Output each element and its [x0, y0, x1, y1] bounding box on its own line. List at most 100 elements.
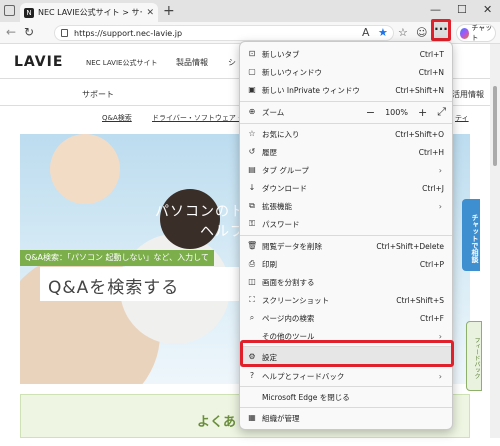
zoom-in-button[interactable]: + [418, 106, 427, 119]
refresh-icon[interactable]: ↻ [24, 25, 34, 39]
menu-label: Microsoft Edge を閉じる [262, 392, 350, 402]
menu-screenshot[interactable]: ⛶ スクリーンショット Ctrl+Shift+S [240, 291, 452, 309]
menu-divider [240, 407, 452, 408]
faq-title: よくあ [197, 415, 237, 430]
menu-label: スクリーンショット [262, 295, 330, 305]
menu-favorites[interactable]: ☆ お気に入り Ctrl+Shift+O [240, 125, 452, 143]
menu-divider [240, 235, 452, 236]
menu-label: 閲覧データを削除 [262, 241, 322, 251]
menu-shortcut: Ctrl+H [418, 147, 444, 157]
read-aloud-icon[interactable]: A [362, 26, 370, 39]
collections-icon[interactable]: ☆ [398, 26, 408, 39]
profile-icon[interactable]: ☺ [416, 26, 427, 39]
subnav-usage[interactable]: 活用情報 [452, 89, 484, 100]
menu-clear-data[interactable]: 🗑 閲覧データを削除 Ctrl+Shift+Delete [240, 237, 452, 255]
organization-icon: ▦ [248, 413, 256, 422]
menu-label: ページ内の検索 [262, 313, 315, 323]
settings-and-more-button[interactable]: ··· [431, 19, 451, 41]
tab-strip: N NEC LAVIE公式サイト > サービス＆サ ✕ + — ☐ ✕ [0, 0, 500, 22]
chevron-right-icon: › [438, 165, 442, 175]
link-qa-search[interactable]: Q&A検索 [102, 113, 132, 123]
tab-actions-icon[interactable] [4, 5, 15, 16]
feedback-button[interactable]: フィードバック [466, 321, 482, 391]
menu-zoom: ⊕ ズーム − 100% + ⤢ [240, 103, 452, 121]
minimize-icon[interactable]: — [430, 3, 441, 16]
menu-label: 画面を分割する [262, 277, 315, 287]
back-icon[interactable]: ← [6, 25, 16, 39]
menu-label: タブ グループ [262, 165, 309, 175]
menu-label: 拡張機能 [262, 201, 292, 211]
menu-print[interactable]: ⎙ 印刷 Ctrl+P [240, 255, 452, 273]
lock-icon [61, 29, 68, 37]
menu-shortcut: Ctrl+T [419, 49, 444, 59]
fullscreen-icon[interactable]: ⤢ [437, 105, 446, 119]
subnav-support[interactable]: サポート [82, 89, 114, 100]
settings-highlight-box [240, 340, 454, 367]
menu-extensions[interactable]: ⧉ 拡張機能 › [240, 197, 452, 215]
screenshot-icon: ⛶ [249, 295, 255, 304]
menu-shortcut: Ctrl+Shift+O [395, 129, 444, 139]
link-drivers[interactable]: ドライバー・ソフトウェア ダ [152, 113, 245, 123]
menu-divider [240, 123, 452, 124]
site-logo[interactable]: LAVIE [14, 54, 63, 70]
copilot-label: チャット [471, 24, 493, 42]
chat-consult-button[interactable]: チャットで相談 [462, 199, 480, 271]
site-logo-sub: NEC LAVIE公式サイト [86, 59, 158, 67]
qa-search-box[interactable]: Q&Aを検索する [40, 267, 270, 301]
tab-title: NEC LAVIE公式サイト > サービス＆サ [38, 8, 142, 17]
address-bar[interactable]: https://support.nec-lavie.jp [54, 25, 394, 41]
menu-new-tab[interactable]: ⊡ 新しいタブ Ctrl+T [240, 45, 452, 63]
site-favicon-icon: N [24, 7, 34, 18]
menu-inprivate[interactable]: ▣ 新しい InPrivate ウィンドウ Ctrl+Shift+N [240, 81, 452, 99]
menu-shortcut: Ctrl+P [419, 259, 444, 269]
maximize-icon[interactable]: ☐ [457, 3, 467, 16]
clear-data-icon: 🗑 [247, 241, 258, 250]
password-icon: ⚿ [248, 219, 256, 228]
url-text: https://support.nec-lavie.jp [74, 28, 183, 38]
menu-passwords[interactable]: ⚿ パスワード [240, 215, 452, 233]
new-window-icon: ▢ [248, 67, 256, 76]
menu-shortcut: Ctrl+J [422, 183, 444, 193]
zoom-icon: ⊕ [248, 107, 256, 116]
scrollbar-thumb[interactable] [493, 86, 497, 166]
menu-new-window[interactable]: ▢ 新しいウィンドウ Ctrl+N [240, 63, 452, 81]
menu-label: 新しい InPrivate ウィンドウ [262, 85, 360, 95]
help-icon: ? [249, 371, 255, 380]
menu-find[interactable]: ⌕ ページ内の検索 Ctrl+F [240, 309, 452, 327]
menu-label: ダウンロード [262, 183, 307, 193]
close-tab-icon[interactable]: ✕ [146, 8, 154, 18]
menu-divider [240, 101, 452, 102]
copilot-button[interactable]: チャット [456, 24, 496, 42]
menu-help-feedback[interactable]: ? ヘルプとフィードバック › [240, 367, 452, 385]
menu-shortcut: Ctrl+Shift+N [395, 85, 444, 95]
chevron-right-icon: › [438, 371, 442, 381]
menu-close-edge[interactable]: Microsoft Edge を閉じる [240, 388, 452, 406]
menu-split-screen[interactable]: ◫ 画面を分割する [240, 273, 452, 291]
menu-managed-by-org[interactable]: ▦ 組織が管理 [240, 409, 452, 427]
find-icon: ⌕ [249, 313, 255, 322]
page-scrollbar[interactable] [490, 44, 500, 438]
link-security[interactable]: ティ [455, 113, 469, 123]
menu-label: 新しいタブ [262, 49, 300, 59]
menu-shortcut: Ctrl+F [420, 313, 444, 323]
browser-tab[interactable]: N NEC LAVIE公式サイト > サービス＆サ ✕ [20, 3, 158, 22]
nav-item-2[interactable]: シ [228, 57, 236, 68]
menu-label: 履歴 [262, 147, 277, 157]
new-tab-button[interactable]: + [163, 3, 175, 19]
menu-downloads[interactable]: ↓ ダウンロード Ctrl+J [240, 179, 452, 197]
menu-shortcut: Ctrl+Shift+S [396, 295, 444, 305]
zoom-controls: − 100% + ⤢ [366, 105, 446, 119]
menu-label: 組織が管理 [262, 413, 300, 423]
nav-products[interactable]: 製品情報 [176, 57, 208, 68]
zoom-level: 100% [385, 107, 408, 117]
menu-label: お気に入り [262, 129, 300, 139]
hero-photo-child [50, 134, 120, 204]
inprivate-icon: ▣ [248, 85, 256, 94]
menu-tab-groups[interactable]: ▤ タブ グループ › [240, 161, 452, 179]
menu-label: 印刷 [262, 259, 277, 269]
menu-history[interactable]: ↺ 履歴 Ctrl+H [240, 143, 452, 161]
menu-label: パスワード [262, 219, 300, 229]
favorite-star-icon[interactable]: ★ [378, 26, 388, 39]
zoom-out-button[interactable]: − [366, 106, 375, 119]
close-window-icon[interactable]: ✕ [483, 3, 492, 16]
